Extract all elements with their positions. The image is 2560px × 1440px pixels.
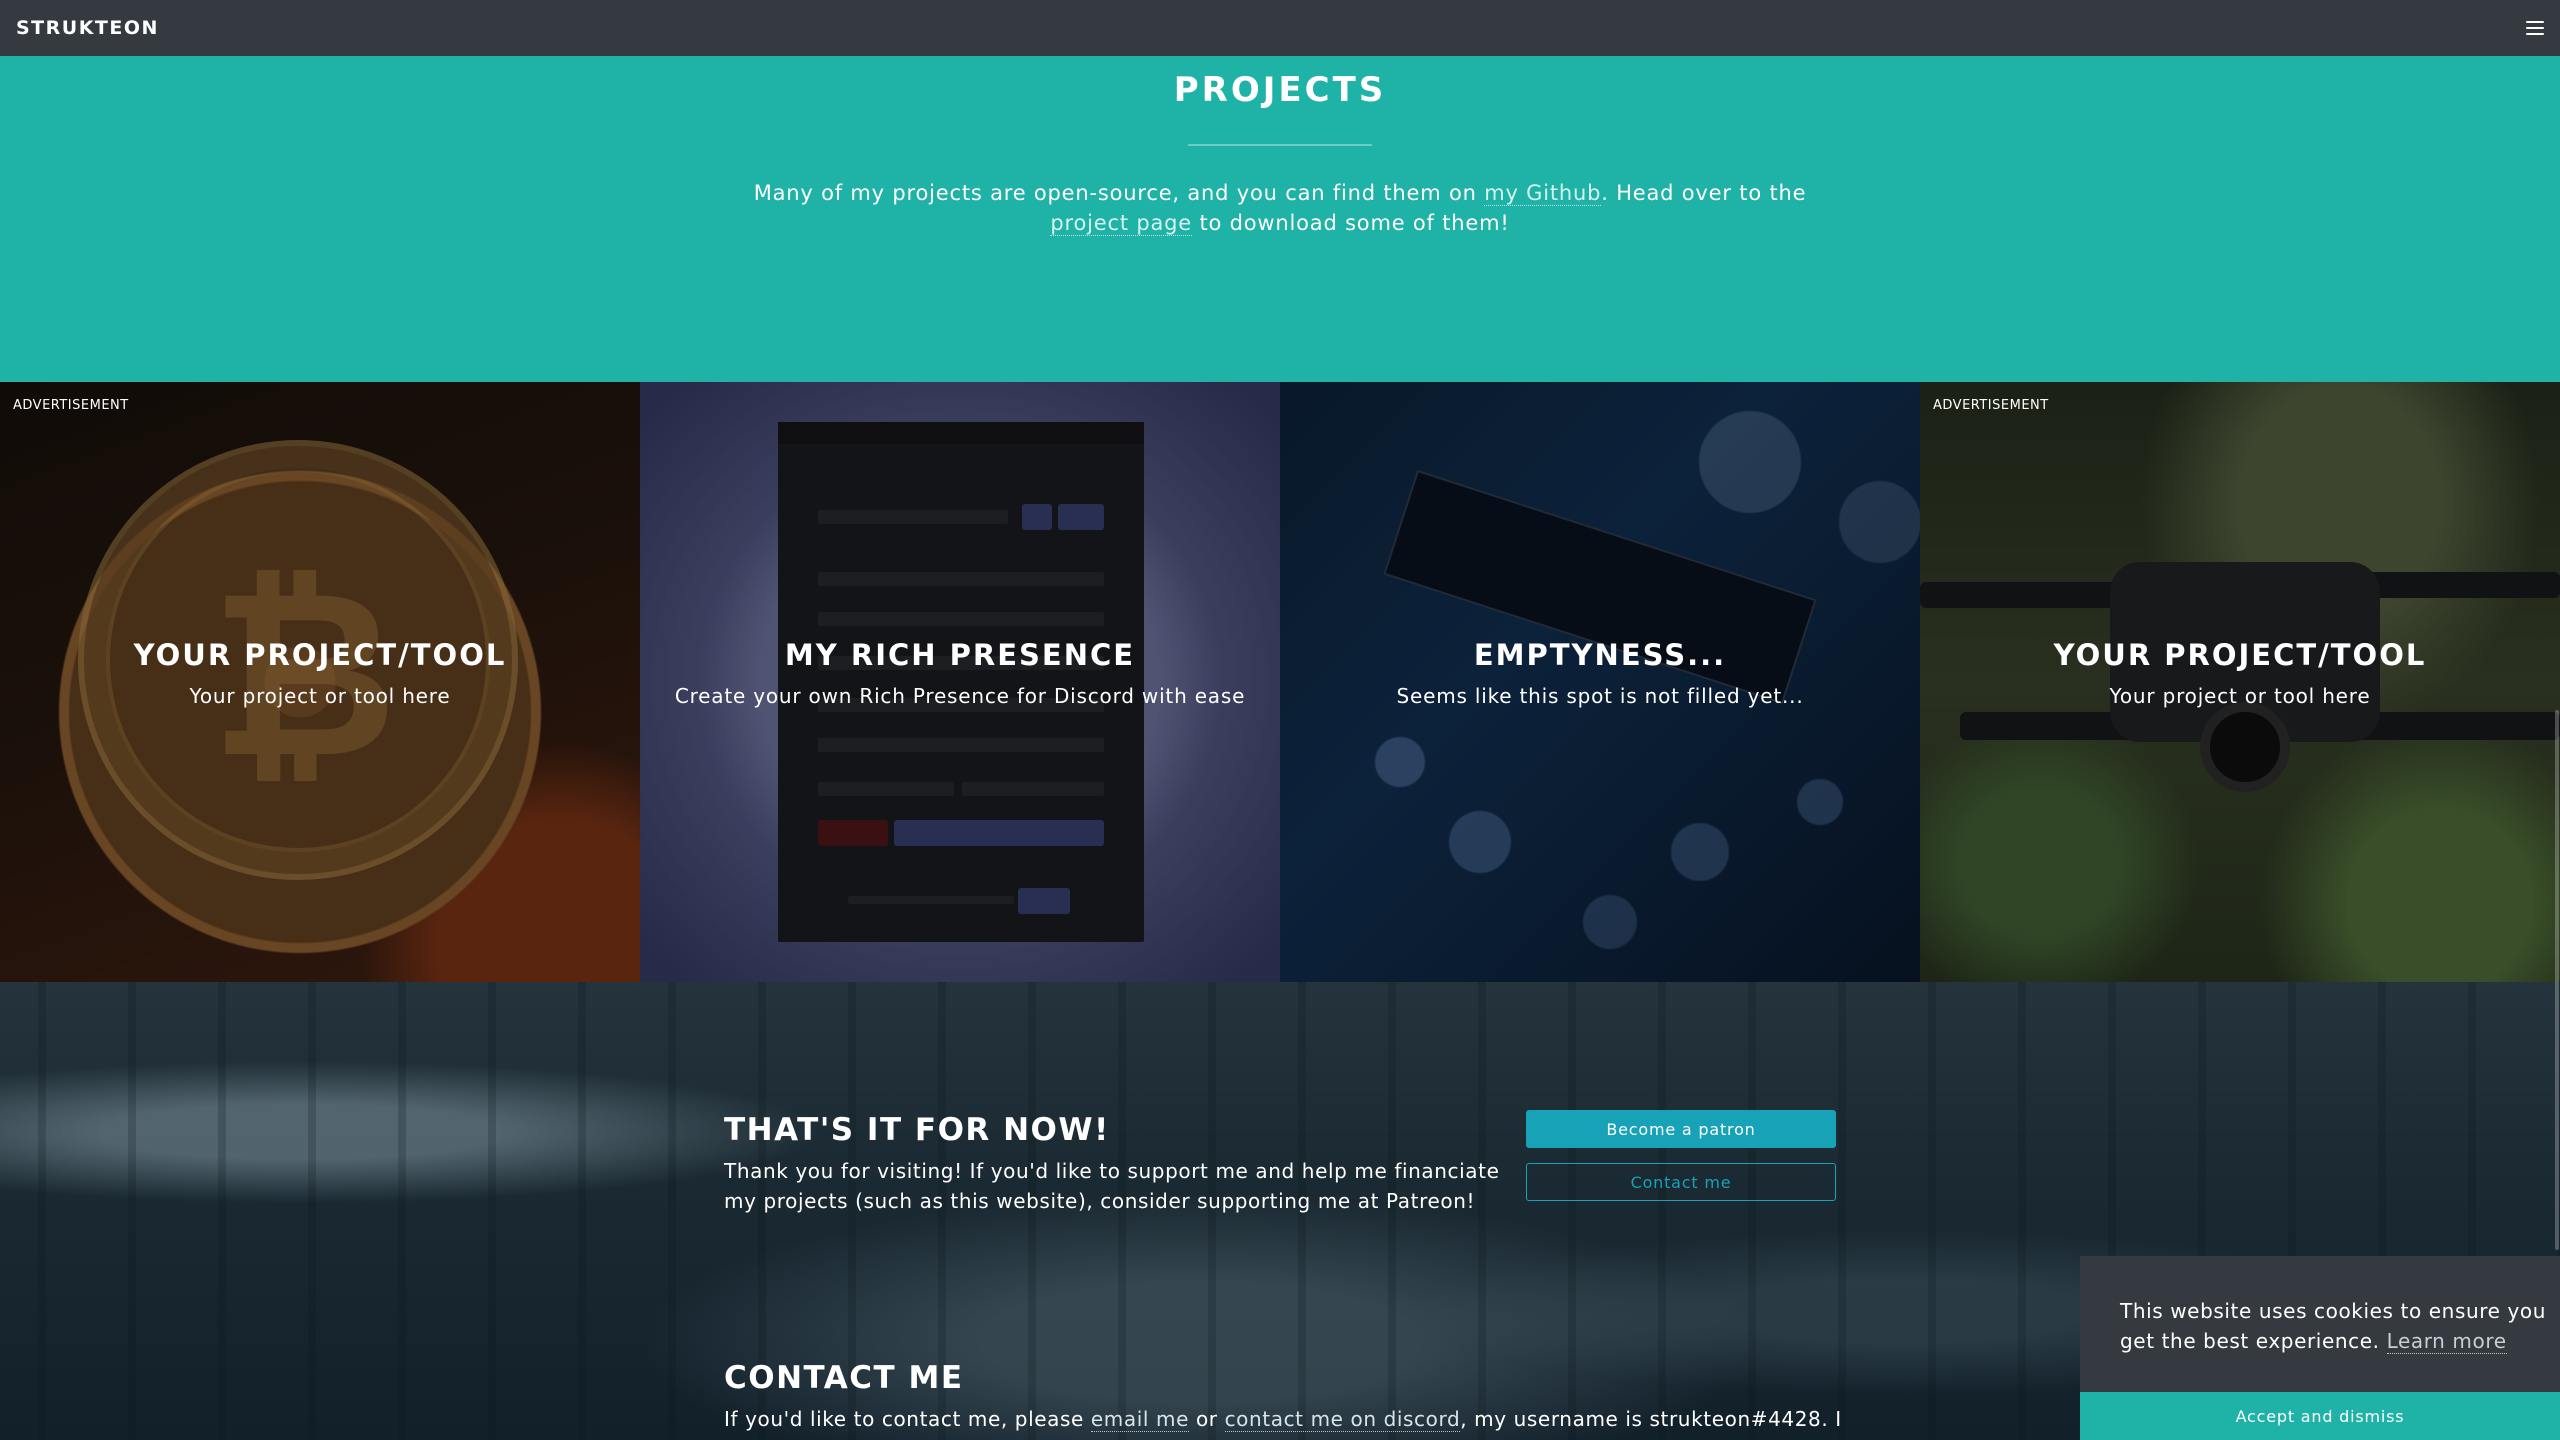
projects-title: PROJECTS: [1173, 70, 1387, 110]
accept-cookies-button[interactable]: Accept and dismiss: [2080, 1392, 2560, 1440]
hamburger-line: [2526, 21, 2544, 23]
projects-section: PROJECTS Many of my projects are open-so…: [0, 56, 2560, 382]
project-tiles: ₿ ADVERTISEMENT YOUR PROJECT/TOOL Your p…: [0, 382, 2560, 982]
hamburger-line: [2526, 27, 2544, 29]
email-link[interactable]: email me: [1090, 1407, 1189, 1432]
discord-link[interactable]: contact me on discord: [1224, 1407, 1461, 1432]
tile-title: EMPTYNESS...: [1473, 638, 1727, 672]
tile-title: YOUR PROJECT/TOOL: [2053, 638, 2427, 672]
project-tile-ad-2[interactable]: ADVERTISEMENT YOUR PROJECT/TOOL Your pro…: [1920, 382, 2560, 982]
project-tile-rich-presence[interactable]: MY RICH PRESENCE Create your own Rich Pr…: [640, 382, 1280, 982]
learn-more-link[interactable]: Learn more: [2386, 1329, 2507, 1354]
hamburger-line: [2526, 33, 2544, 35]
contact-text: If you'd like to contact me, please emai…: [724, 1404, 1841, 1434]
projects-text-part: to download some of them!: [1192, 211, 1510, 235]
tile-subtitle: Your project or tool here: [189, 684, 451, 708]
tile-title: MY RICH PRESENCE: [784, 638, 1136, 672]
project-tile-empty[interactable]: EMPTYNESS... Seems like this spot is not…: [1280, 382, 1920, 982]
projects-text-part: . Head over to the: [1601, 181, 1807, 205]
project-page-link[interactable]: project page: [1050, 211, 1193, 236]
become-patron-button[interactable]: Become a patron: [1526, 1110, 1836, 1148]
contact-title: CONTACT ME: [724, 1360, 964, 1396]
cookie-banner: This website uses cookies to ensure you …: [2080, 1256, 2560, 1440]
projects-text-part: Many of my projects are open-source, and…: [753, 181, 1485, 205]
brand-logo[interactable]: STRUKTEON: [16, 17, 159, 39]
contact-text-part: , my username is strukteon#4428. I: [1460, 1407, 1842, 1431]
tile-subtitle: Seems like this spot is not filled yet..…: [1396, 684, 1804, 708]
scrollbar-thumb[interactable]: [2555, 710, 2559, 1250]
projects-description: Many of my projects are open-source, and…: [720, 178, 1840, 238]
navbar: STRUKTEON: [0, 0, 2560, 56]
contact-text-part: If you'd like to contact me, please: [724, 1407, 1091, 1431]
cookie-message: This website uses cookies to ensure you …: [2120, 1296, 2550, 1356]
github-link[interactable]: my Github: [1484, 181, 1602, 206]
hamburger-icon[interactable]: [2526, 21, 2544, 35]
tile-overlay: [1280, 382, 1920, 982]
tile-title: YOUR PROJECT/TOOL: [133, 638, 507, 672]
advertisement-label: ADVERTISEMENT: [1933, 398, 2049, 413]
tile-overlay: [640, 382, 1280, 982]
thanks-text: Thank you for visiting! If you'd like to…: [724, 1159, 1500, 1213]
thanks-title: THAT'S IT FOR NOW!: [724, 1112, 1110, 1148]
advertisement-label: ADVERTISEMENT: [13, 398, 129, 413]
tile-subtitle: Your project or tool here: [2109, 684, 2371, 708]
contact-me-button[interactable]: Contact me: [1526, 1163, 1836, 1201]
contact-text-part: or: [1188, 1407, 1225, 1431]
tile-overlay: [0, 382, 640, 982]
tile-subtitle: Create your own Rich Presence for Discor…: [674, 684, 1246, 708]
tile-overlay: [1920, 382, 2560, 982]
title-divider: [1188, 144, 1372, 146]
project-tile-ad-1[interactable]: ₿ ADVERTISEMENT YOUR PROJECT/TOOL Your p…: [0, 382, 640, 982]
